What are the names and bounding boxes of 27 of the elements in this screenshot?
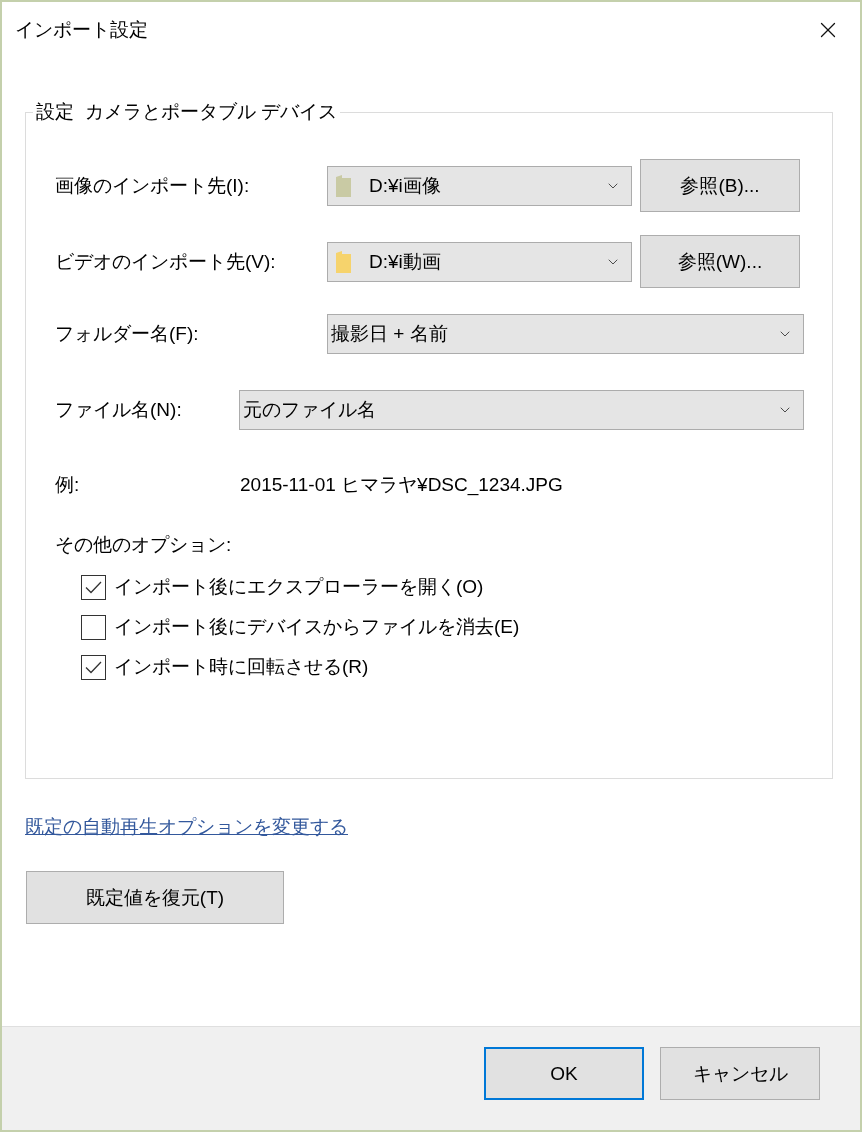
group-title: 設定 カメラとポータブル デバイス (35, 100, 338, 124)
browse-button[interactable]: 参照(W)... (640, 235, 800, 288)
dialog-button[interactable]: OK (484, 1047, 644, 1100)
checkmark-icon (85, 580, 102, 594)
dropdown[interactable]: 撮影日 + 名前 (327, 314, 804, 354)
example-value: 2015-11-01 ヒマラヤ¥DSC_1234.JPG (240, 473, 563, 498)
browse-button[interactable]: 参照(B)... (640, 159, 800, 212)
dropdown[interactable]: 元のファイル名 (239, 389, 804, 430)
checkbox-label[interactable]: インポート後にデバイスからファイルを消去(E) (114, 613, 520, 641)
folder-dropdown[interactable]: D:¥i動画 (327, 241, 632, 282)
checkbox[interactable] (81, 574, 106, 600)
window-title: インポート設定 (15, 18, 148, 42)
checkbox-label[interactable]: インポート後にエクスプローラーを開く(O) (114, 573, 484, 601)
checkmark-icon (85, 660, 102, 674)
checkbox[interactable] (81, 654, 106, 680)
folder-dropdown[interactable]: D:¥i画像 (327, 165, 632, 206)
dialog-button[interactable]: キャンセル (660, 1047, 820, 1100)
field-label: 画像のインポート先(I): (55, 173, 251, 198)
example-label: 例: (55, 473, 81, 497)
field-label: ビデオのインポート先(V): (55, 249, 277, 274)
autoplay-options-link[interactable]: 既定の自動再生オプションを変更する (25, 813, 348, 841)
checkbox[interactable] (81, 614, 106, 640)
restore-defaults-button[interactable]: 既定値を復元(T) (26, 871, 284, 924)
checkbox-label[interactable]: インポート時に回転させる(R) (114, 653, 369, 681)
field-label: フォルダー名(F): (55, 322, 200, 346)
options-label: その他のオプション: (55, 533, 232, 557)
field-label: ファイル名(N): (55, 397, 183, 422)
